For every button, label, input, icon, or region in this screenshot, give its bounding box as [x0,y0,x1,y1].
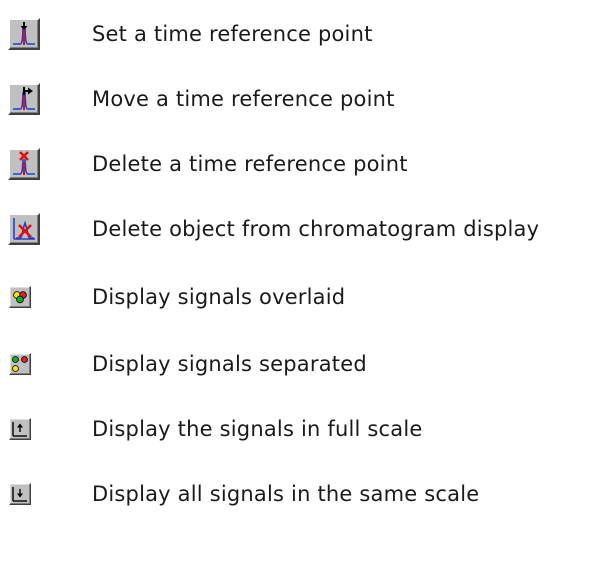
legend-row-signals-overlaid: Display signals overlaid [0,278,593,318]
legend-label: Display signals separated [92,352,367,376]
full-scale-button[interactable] [9,418,31,440]
same-scale-icon [12,487,27,502]
legend-label: Delete object from chromatogram display [92,217,540,241]
signals-separated-button[interactable] [9,353,31,375]
move-time-reference-button[interactable] [8,83,40,115]
same-scale-button[interactable] [9,483,31,505]
legend-row-move-time-reference: Move a time reference point [0,80,593,120]
legend-row-signals-separated: Display signals separated [0,345,593,385]
legend-row-delete-time-reference: Delete a time reference point [0,145,593,185]
legend-label: Move a time reference point [92,87,395,111]
signals-overlaid-button[interactable] [9,286,31,308]
signals-separated-icon [12,356,28,372]
legend-row-full-scale: Display the signals in full scale [0,410,593,450]
legend-label: Display the signals in full scale [92,417,423,441]
legend-label: Delete a time reference point [92,152,408,176]
legend-row-same-scale: Display all signals in the same scale [0,475,593,515]
delete-time-reference-button[interactable] [8,148,40,180]
legend-row-delete-object: Delete object from chromatogram display [0,210,593,250]
delete-object-icon [13,218,35,240]
full-scale-icon [12,422,27,437]
signals-overlaid-icon [13,291,27,304]
legend-label: Set a time reference point [92,22,373,46]
delete-object-button[interactable] [8,213,40,245]
set-time-reference-icon [13,22,35,45]
legend-row-set-time-reference: Set a time reference point [0,15,593,55]
delete-time-reference-icon [13,151,35,175]
set-time-reference-button[interactable] [8,18,40,50]
legend-label: Display signals overlaid [92,285,346,309]
move-time-reference-icon [13,87,35,110]
legend-label: Display all signals in the same scale [92,482,480,506]
